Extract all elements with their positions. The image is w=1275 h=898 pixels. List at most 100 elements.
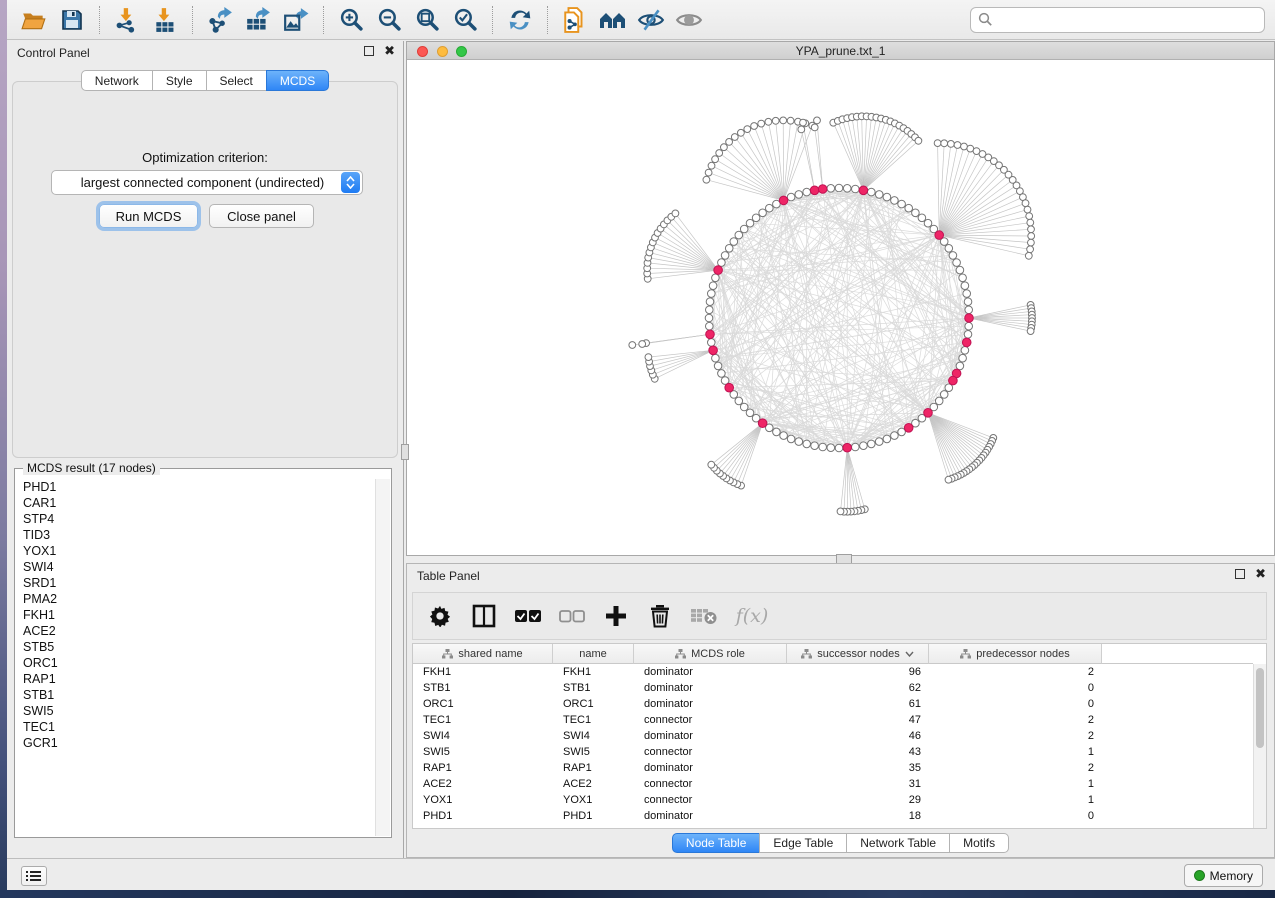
toolbar-group (100, 4, 192, 36)
search-input[interactable] (970, 7, 1265, 33)
tab-select[interactable]: Select (206, 70, 267, 91)
export-table-icon[interactable] (239, 4, 277, 36)
cell-predecessor-nodes: 2 (929, 664, 1102, 680)
zoom-out-icon[interactable] (370, 4, 408, 36)
select-stepper-icon (341, 172, 360, 193)
table-scrollbar[interactable] (1253, 664, 1266, 828)
tab-mcds[interactable]: MCDS (266, 70, 329, 91)
mcds-result-item[interactable]: GCR1 (16, 735, 375, 751)
mcds-result-item[interactable]: TEC1 (16, 719, 375, 735)
mcds-result-item[interactable]: CAR1 (16, 495, 375, 511)
toolbar-group (493, 4, 547, 36)
cell-MCDS-role: dominator (634, 728, 787, 744)
open-file-icon[interactable] (15, 4, 53, 36)
network-window-titlebar[interactable]: YPA_prune.txt_1 (407, 42, 1274, 60)
import-table-icon[interactable] (146, 4, 184, 36)
zoom-fit-icon[interactable] (408, 4, 446, 36)
tab-edge-table[interactable]: Edge Table (759, 833, 847, 853)
mcds-result-item[interactable]: STP4 (16, 511, 375, 527)
control-panel-tabs: NetworkStyleSelectMCDS (7, 70, 403, 91)
mcds-result-item[interactable]: SWI5 (16, 703, 375, 719)
run-mcds-button[interactable]: Run MCDS (99, 204, 198, 228)
mcds-result-item[interactable]: RAP1 (16, 671, 375, 687)
close-panel-icon[interactable]: ✖ (384, 46, 395, 56)
close-panel-button[interactable]: Close panel (209, 204, 314, 228)
column-header-MCDS-role[interactable]: MCDS role (634, 644, 787, 664)
show-all-icon[interactable] (670, 4, 708, 36)
mcds-result-item[interactable]: ACE2 (16, 623, 375, 639)
network-view-window: YPA_prune.txt_1 (406, 41, 1275, 556)
table-row[interactable]: STB1STB1dominator620 (413, 680, 1253, 696)
hide-selected-icon[interactable] (632, 4, 670, 36)
network-document-icon[interactable] (556, 4, 594, 36)
mcds-result-scrollbar[interactable] (375, 479, 390, 836)
vertical-splitter-handle[interactable] (401, 444, 409, 460)
fx-label: f(x) (736, 605, 769, 627)
tab-motifs[interactable]: Motifs (949, 833, 1009, 853)
horizontal-splitter[interactable] (406, 556, 1275, 563)
table-scrollbar-thumb[interactable] (1256, 668, 1264, 748)
task-history-button[interactable] (21, 866, 47, 886)
tab-network[interactable]: Network (81, 70, 153, 91)
table-row[interactable]: YOX1YOX1connector291 (413, 792, 1253, 808)
mcds-result-item[interactable]: STB1 (16, 687, 375, 703)
tab-style[interactable]: Style (152, 70, 207, 91)
table-row[interactable]: FKH1FKH1dominator962 (413, 664, 1253, 680)
status-bar: Memory (7, 858, 1275, 890)
tab-network-table[interactable]: Network Table (846, 833, 950, 853)
mcds-result-item[interactable]: YOX1 (16, 543, 375, 559)
deselect-all-rows-icon[interactable] (559, 603, 585, 629)
first-neighbors-icon[interactable] (594, 4, 632, 36)
cell-predecessor-nodes: 1 (929, 776, 1102, 792)
network-graph[interactable] (407, 60, 1274, 555)
table-row[interactable]: RAP1RAP1dominator352 (413, 760, 1253, 776)
mcds-result-list[interactable]: PHD1CAR1STP4TID3YOX1SWI4SRD1PMA2FKH1ACE2… (16, 479, 375, 836)
column-header-name[interactable]: name (553, 644, 634, 664)
mcds-result-item[interactable]: STB5 (16, 639, 375, 655)
cell-successor-nodes: 47 (787, 712, 929, 728)
mcds-result-item[interactable]: FKH1 (16, 607, 375, 623)
column-header-filler (1102, 644, 1253, 664)
network-canvas[interactable] (407, 60, 1274, 555)
mcds-result-item[interactable]: SRD1 (16, 575, 375, 591)
node-table-body: FKH1FKH1dominator962STB1STB1dominator620… (413, 664, 1253, 828)
show-columns-icon[interactable] (471, 603, 497, 629)
mcds-result-item[interactable]: PMA2 (16, 591, 375, 607)
column-namespace-icon (442, 649, 453, 659)
table-row[interactable]: PHD1PHD1dominator180 (413, 808, 1253, 824)
table-row[interactable]: SWI4SWI4dominator462 (413, 728, 1253, 744)
add-column-icon[interactable] (603, 603, 629, 629)
column-header-shared-name[interactable]: shared name (413, 644, 553, 664)
table-panel: Table Panel ✖ f(x) shared namenameMCDS r… (406, 563, 1275, 858)
mcds-result-item[interactable]: ORC1 (16, 655, 375, 671)
optimization-criterion-select[interactable]: largest connected component (undirected) (51, 170, 363, 195)
select-all-rows-icon[interactable] (515, 603, 541, 629)
table-row[interactable]: ACE2ACE2connector311 (413, 776, 1253, 792)
close-table-panel-icon[interactable]: ✖ (1255, 569, 1266, 579)
cell-shared-name: RAP1 (413, 760, 553, 776)
cell-name: FKH1 (553, 664, 634, 680)
delete-column-icon[interactable] (647, 603, 673, 629)
table-row[interactable]: SWI5SWI5connector431 (413, 744, 1253, 760)
table-row[interactable]: ORC1ORC1dominator610 (413, 696, 1253, 712)
export-image-icon[interactable] (277, 4, 315, 36)
column-label: shared name (458, 648, 522, 660)
table-row[interactable]: TEC1TEC1connector472 (413, 712, 1253, 728)
import-network-icon[interactable] (108, 4, 146, 36)
table-options-gear-icon[interactable] (427, 603, 453, 629)
zoom-selected-icon[interactable] (446, 4, 484, 36)
cell-shared-name: TEC1 (413, 712, 553, 728)
mcds-result-item[interactable]: TID3 (16, 527, 375, 543)
export-network-icon[interactable] (201, 4, 239, 36)
float-table-panel-icon[interactable] (1235, 569, 1245, 579)
zoom-in-icon[interactable] (332, 4, 370, 36)
mcds-result-item[interactable]: SWI4 (16, 559, 375, 575)
save-session-icon[interactable] (53, 4, 91, 36)
column-header-successor-nodes[interactable]: successor nodes (787, 644, 929, 664)
tab-node-table[interactable]: Node Table (672, 833, 761, 853)
mcds-result-item[interactable]: PHD1 (16, 479, 375, 495)
column-header-predecessor-nodes[interactable]: predecessor nodes (929, 644, 1102, 664)
float-panel-icon[interactable] (364, 46, 374, 56)
memory-button[interactable]: Memory (1184, 864, 1263, 887)
refresh-layout-icon[interactable] (501, 4, 539, 36)
